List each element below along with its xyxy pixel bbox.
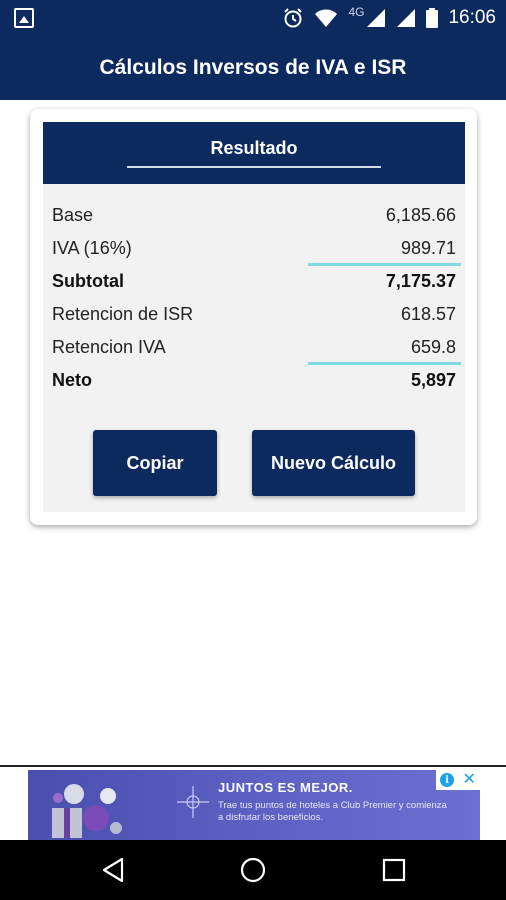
- result-header: Resultado: [43, 122, 465, 184]
- signal-icon-2: [397, 9, 416, 27]
- recents-button[interactable]: [376, 852, 412, 888]
- action-buttons: Copiar Nuevo Cálculo: [43, 430, 465, 498]
- ad-banner[interactable]: JUNTOS ES MEJOR. Trae tus puntos de hote…: [28, 770, 480, 840]
- star-icon: [177, 786, 209, 818]
- app-bar: Cálculos Inversos de IVA e ISR: [0, 36, 506, 100]
- ad-choices[interactable]: i ✕: [436, 770, 480, 790]
- back-button[interactable]: [95, 852, 131, 888]
- navigation-bar: [0, 840, 506, 900]
- home-button[interactable]: [235, 852, 271, 888]
- row-retencion-isr: Retencion de ISR 618.57: [52, 298, 456, 331]
- row-value: 989.71: [400, 238, 456, 258]
- ad-body: Trae tus puntos de hoteles a Club Premie…: [218, 800, 447, 823]
- battery-icon: [426, 8, 439, 28]
- row-label: Retencion de ISR: [52, 304, 194, 324]
- close-icon[interactable]: ✕: [462, 772, 475, 788]
- ad-banner-container: JUNTOS ES MEJOR. Trae tus puntos de hote…: [0, 765, 506, 840]
- network-type: 4G: [348, 5, 365, 19]
- result-rows: Base 6,185.66 IVA (16%) 989.71 Subtotal …: [52, 199, 461, 397]
- row-value: 5,897: [410, 370, 456, 390]
- ad-headline: JUNTOS ES MEJOR.: [218, 780, 353, 795]
- gift-boxes-image: [52, 784, 122, 838]
- alarm-icon: [284, 8, 303, 28]
- info-icon[interactable]: i: [440, 773, 455, 787]
- image-icon: [14, 8, 34, 28]
- wifi-icon: [315, 9, 338, 27]
- row-label: Neto: [52, 370, 92, 390]
- result-title-underline: [127, 166, 381, 168]
- back-icon: [102, 857, 124, 883]
- row-value: 659.8: [410, 337, 456, 357]
- row-label: IVA (16%): [52, 238, 132, 258]
- row-label: Base: [52, 205, 94, 225]
- row-value: 7,175.37: [385, 271, 456, 291]
- app-title: Cálculos Inversos de IVA e ISR: [99, 56, 407, 79]
- row-subtotal: Subtotal 7,175.37: [52, 265, 456, 298]
- recents-icon: [382, 858, 406, 882]
- result-title: Resultado: [210, 138, 298, 158]
- result-card: Resultado Base 6,185.66 IVA (16%) 989.71…: [30, 109, 477, 525]
- home-icon: [240, 857, 266, 883]
- status-time: 16:06: [448, 7, 496, 28]
- status-bar: 4G 16:06: [0, 0, 506, 36]
- result-panel: Resultado Base 6,185.66 IVA (16%) 989.71…: [43, 122, 465, 512]
- signal-icon: [367, 9, 386, 27]
- copy-button[interactable]: Copiar: [93, 430, 217, 496]
- row-iva: IVA (16%) 989.71: [52, 232, 461, 266]
- row-value: 618.57: [400, 304, 456, 324]
- row-retencion-iva: Retencion IVA 659.8: [52, 331, 461, 365]
- row-label: Retencion IVA: [52, 337, 166, 357]
- row-label: Subtotal: [52, 271, 124, 291]
- row-neto: Neto 5,897: [52, 364, 456, 397]
- row-value: 6,185.66: [385, 205, 456, 225]
- new-calculation-button[interactable]: Nuevo Cálculo: [252, 430, 415, 496]
- row-base: Base 6,185.66: [52, 199, 456, 232]
- status-icons: 4G 16:06: [282, 0, 496, 36]
